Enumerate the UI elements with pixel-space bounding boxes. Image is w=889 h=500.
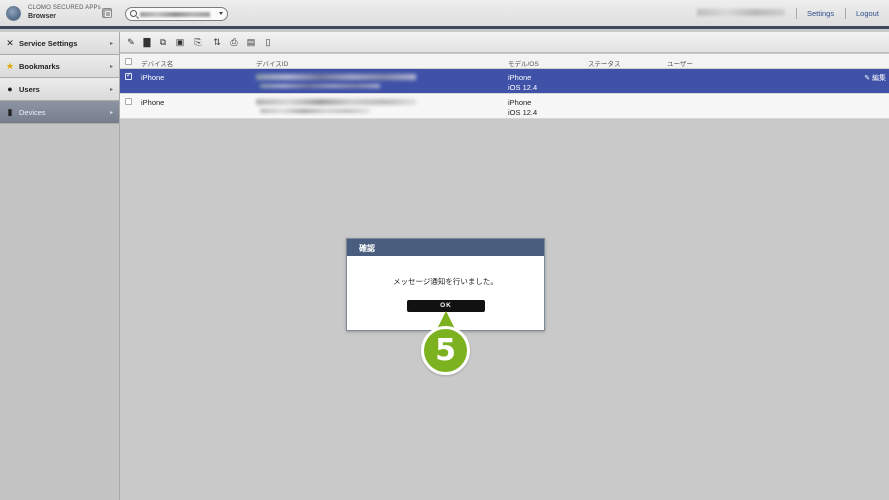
search-value-redacted [140, 12, 210, 17]
edit-button[interactable]: ✎ 編集 [864, 73, 886, 83]
column-header-user[interactable]: ユーザー [667, 58, 693, 68]
logout-link[interactable]: Logout [856, 9, 879, 18]
divider [845, 8, 846, 19]
sidebar-item-bookmarks[interactable]: ★ Bookmarks ▸ [0, 55, 119, 78]
device-id-redacted [260, 84, 380, 88]
table-row[interactable]: iPhone iPhone iOS 12.4 [120, 94, 889, 119]
device-model: iPhone [508, 98, 532, 107]
sidebar-item-users[interactable]: ● Users ▸ [0, 78, 119, 101]
column-header-device-id[interactable]: デバイスID [256, 58, 288, 68]
row-checkbox[interactable] [125, 71, 132, 80]
device-table: デバイス名 デバイスID モデル/OS ステータス ユーザー iPhone iP… [120, 54, 889, 119]
select-all-checkbox[interactable] [125, 58, 132, 65]
device-info-icon[interactable]: ▯ [263, 37, 273, 47]
dialog-message: メッセージ通知を行いました。 [393, 277, 498, 286]
column-header-status[interactable]: ステータス [588, 58, 621, 68]
chevron-right-icon: ▸ [109, 64, 113, 70]
lock-device-icon[interactable]: ▣ [175, 37, 185, 47]
device-id-redacted [256, 74, 416, 80]
copy-icon[interactable]: ⧉ [158, 37, 168, 47]
chevron-right-icon: ▸ [109, 41, 113, 47]
star-icon: ★ [5, 61, 15, 71]
trash-icon[interactable]: ▇ [142, 37, 152, 47]
chevron-right-icon: ▸ [109, 87, 113, 93]
sidebar-item-devices[interactable]: ▮ Devices ▸ [0, 101, 119, 124]
app-name-line2: Browser [28, 13, 57, 20]
wrench-icon: ✕ [6, 38, 14, 48]
device-icon: ▮ [7, 107, 13, 117]
settings-link[interactable]: Settings [807, 9, 834, 18]
row-checkbox[interactable] [125, 98, 132, 105]
step-number-badge: 5 [421, 326, 470, 375]
chevron-right-icon: ▸ [109, 110, 113, 116]
device-os: iOS 12.4 [508, 108, 538, 117]
app-switch-icon[interactable] [102, 8, 112, 18]
sidebar-item-label: Service Settings [19, 38, 78, 48]
sidebar-item-service-settings[interactable]: ✕ Service Settings ▸ [0, 32, 119, 55]
top-bar: CLOMO SECURED APPs Browser Settings Logo… [0, 0, 889, 29]
device-download-icon[interactable]: ⎙ [229, 37, 239, 47]
dialog-title: 確認 [347, 239, 544, 256]
edit-icon[interactable]: ✎ [126, 37, 136, 47]
sync-icon[interactable]: ⇅ [212, 37, 222, 47]
account-name-redacted [697, 9, 785, 16]
search-icon [130, 10, 137, 17]
chevron-down-icon[interactable] [219, 12, 223, 15]
user-icon: ● [7, 84, 13, 94]
device-id-redacted [256, 99, 416, 105]
device-toolbar: ✎ ▇ ⧉ ▣ ⎘ ⇅ ⎙ ▤ ▯ [120, 32, 889, 53]
device-push-icon[interactable]: ⎘ [193, 37, 203, 47]
device-name: iPhone [141, 98, 165, 107]
column-header-model-os[interactable]: モデル/OS [508, 58, 539, 68]
device-id-redacted [260, 109, 370, 113]
app-name-line1: CLOMO SECURED APPs [28, 5, 101, 11]
search-field[interactable] [125, 7, 228, 21]
sidebar: ✕ Service Settings ▸ ★ Bookmarks ▸ ● Use… [0, 32, 120, 500]
device-os: iOS 12.4 [508, 83, 538, 92]
sidebar-item-label: Devices [19, 107, 46, 117]
app-logo-icon [6, 6, 21, 21]
message-icon[interactable]: ▤ [246, 37, 256, 47]
device-name: iPhone [141, 73, 165, 82]
device-model: iPhone [508, 73, 532, 82]
table-row[interactable]: iPhone iPhone iOS 12.4 ✎ 編集 [120, 69, 889, 94]
table-header: デバイス名 デバイスID モデル/OS ステータス ユーザー [120, 54, 889, 69]
sidebar-item-label: Users [19, 84, 40, 94]
column-header-device-name[interactable]: デバイス名 [141, 58, 173, 68]
divider [796, 8, 797, 19]
sidebar-item-label: Bookmarks [19, 61, 60, 71]
